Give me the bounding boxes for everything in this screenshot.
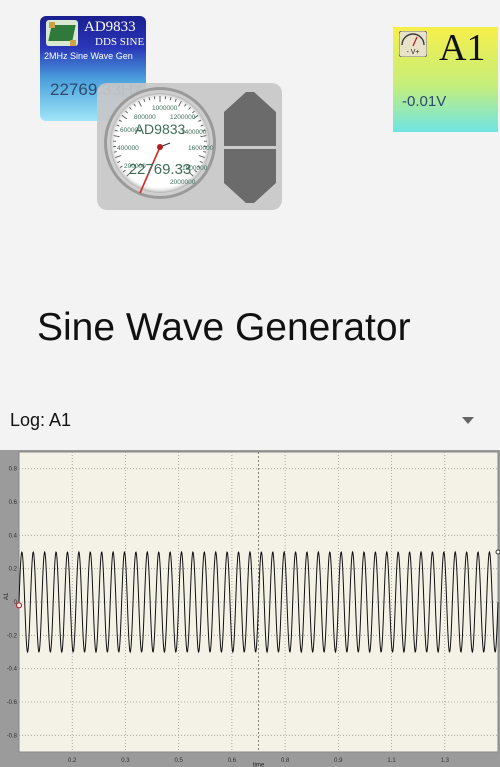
dial-tick-mark [121, 115, 128, 120]
dial-scale-1200000: 1200000 [170, 114, 196, 121]
x-tick-label: 1.3 [441, 758, 450, 764]
dial-scale-800000: 800000 [134, 114, 156, 121]
y-tick-label: 0.2 [9, 567, 18, 573]
series-start-marker [15, 602, 23, 609]
y-tick-label: 0.8 [9, 467, 18, 473]
dial-tick-mark [133, 103, 136, 107]
y-tick-label: -0.8 [7, 733, 18, 739]
dial-tick-mark [198, 155, 205, 158]
ad9833-subtitle: DDS SINE [95, 36, 145, 48]
a1-label: A1 [439, 27, 486, 69]
y-axis-label: A1 [4, 592, 10, 600]
dial-tick-mark [188, 107, 191, 110]
y-tick-label: 0.6 [9, 500, 18, 506]
log-select-value: Log: A1 [10, 410, 72, 430]
dial-tick-mark [129, 107, 132, 110]
pcb-board-icon [46, 20, 78, 46]
y-tick-label: -0.2 [7, 633, 18, 639]
dial-scale-2000000: 2000000 [170, 179, 196, 186]
dial-tick-mark [125, 110, 128, 114]
page-title: Sine Wave Generator [37, 306, 411, 349]
voltmeter-icon-text: - V+ [406, 49, 419, 56]
y-tick-label: -0.4 [7, 667, 18, 673]
dial-label: AD9833 [134, 121, 186, 137]
dial-scale-1600000: 1600000 [188, 145, 214, 152]
dial-tick-mark [184, 103, 187, 107]
x-tick-label: 1.1 [387, 758, 396, 764]
a1-voltmeter-widget[interactable]: - V+ A1 -0.01V [393, 27, 498, 132]
series-end-marker [495, 549, 500, 555]
dial-tick-mark [115, 155, 122, 158]
dial-tick-mark [143, 98, 146, 102]
dial-hub [157, 144, 163, 150]
dial-tick-mark [178, 100, 182, 107]
dial-tick-mark [138, 100, 142, 107]
chevron-down-icon[interactable] [462, 417, 474, 424]
ad9833-description: 2MHz Sine Wave Gen [44, 51, 133, 61]
log-select[interactable]: Log: A1 [0, 400, 500, 442]
dial-value: 22769.33 [128, 161, 192, 178]
dial-scale-400000: 400000 [117, 145, 139, 152]
dial-tick-mark [174, 98, 177, 102]
dial-scale-1000000: 1000000 [152, 105, 178, 112]
dial-tick-mark [169, 97, 172, 101]
y-tick-label: -0.6 [7, 700, 18, 706]
x-tick-label: 0.9 [334, 758, 343, 764]
chart-svg: 0.80.60.40.20-0.2-0.4-0.6-0.80.2 0.3 0.5 0.… [4, 451, 500, 767]
x-tick-label: 0.3 [121, 758, 130, 764]
x-tick-label: 0.5 [174, 758, 183, 764]
x-axis-label: time [253, 763, 265, 767]
dial-ticks [113, 96, 207, 194]
dial-tick-mark [192, 110, 195, 114]
arrow-up-icon[interactable] [224, 92, 276, 146]
voltmeter-icon: - V+ [399, 31, 427, 57]
arrow-down-icon[interactable] [224, 149, 276, 203]
ad9833-title: AD9833 [84, 19, 136, 35]
log-chart[interactable]: 0.8 0.6 0.4 0.2 0 -0.2 -0.4 -0.6 -0.8 0.2 0.3 0.5 0.… [0, 450, 500, 767]
x-tick-label: 0.8 [281, 758, 290, 764]
frequency-meter-panel: 800000 1000000 1200000 600000 1400000 40… [97, 83, 282, 210]
y-tick-label: 0.4 [9, 533, 18, 539]
x-tick-label: 0.2 [68, 758, 77, 764]
a1-value: -0.01V [402, 93, 447, 110]
dial-tick-mark [148, 97, 151, 101]
x-tick-label: 0.6 [228, 758, 237, 764]
frequency-dial[interactable]: 800000 1000000 1200000 600000 1400000 40… [104, 87, 216, 199]
